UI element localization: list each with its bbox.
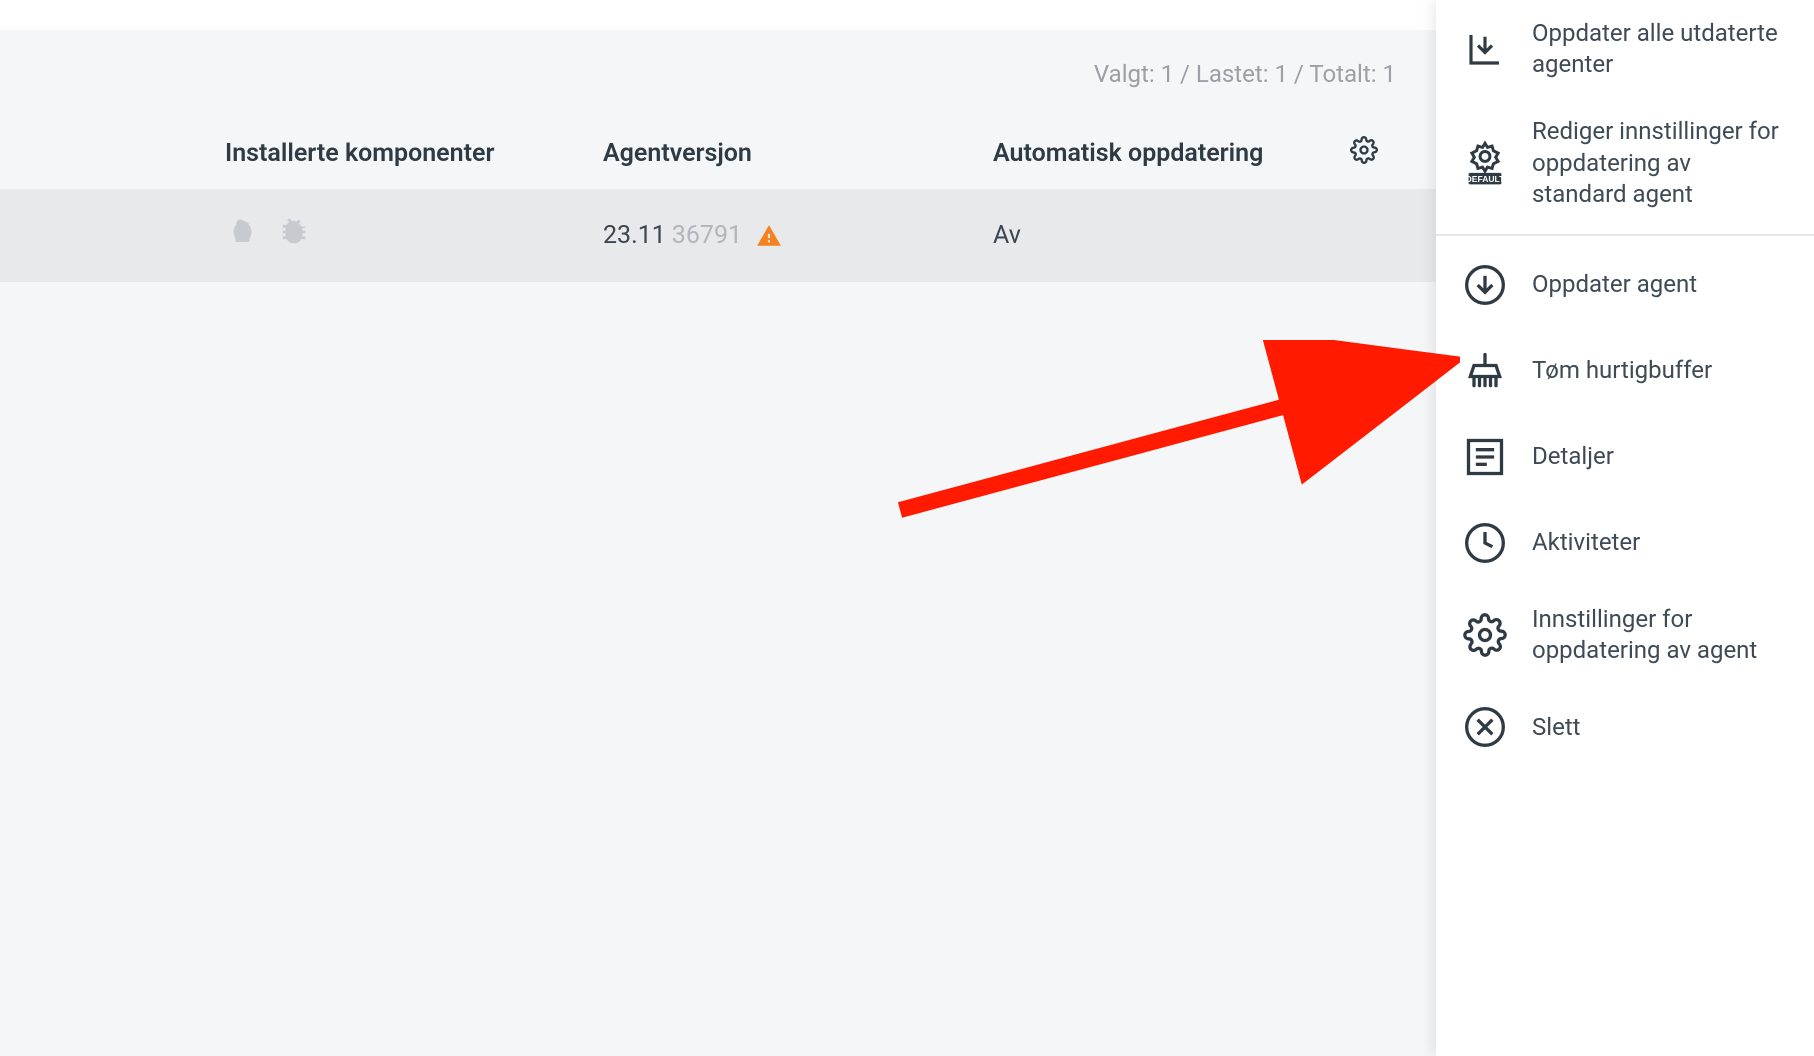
sidebar-item-label: Detaljer [1532, 441, 1614, 472]
sidebar-item-update-all[interactable]: Oppdater alle utdaterte agenter [1436, 0, 1814, 98]
gear-icon [1460, 610, 1510, 660]
table-row[interactable]: 23.11 36791 Av [0, 189, 1436, 282]
sidebar-item-edit-default[interactable]: DEFAULT Rediger innstillinger for oppdat… [1436, 98, 1814, 228]
sidebar-item-label: Innstillinger for oppdatering av agent [1532, 604, 1790, 666]
sidebar-item-update-agent[interactable]: Oppdater agent [1436, 242, 1814, 328]
delete-circle-icon [1460, 702, 1510, 752]
sidebar-item-agent-update-settings[interactable]: Innstillinger for oppdatering av agent [1436, 586, 1814, 684]
warning-icon [756, 223, 782, 249]
action-sidebar: Oppdater alle utdaterte agenter DEFAULT … [1436, 0, 1814, 1056]
gear-default-icon: DEFAULT [1460, 138, 1510, 188]
version-build: 36791 [672, 221, 742, 250]
sidebar-item-label: Rediger innstillinger for oppdatering av… [1532, 116, 1790, 210]
gear-icon[interactable] [1350, 136, 1378, 171]
column-header-autoupdate[interactable]: Automatisk oppdatering [993, 139, 1338, 168]
download-box-icon [1460, 24, 1510, 74]
clock-icon [1460, 518, 1510, 568]
download-circle-icon [1460, 260, 1510, 310]
sidebar-item-clear-cache[interactable]: Tøm hurtigbuffer [1436, 328, 1814, 414]
bug-icon [277, 215, 311, 256]
sidebar-item-label: Aktiviteter [1532, 527, 1640, 558]
version-number: 23.11 [603, 221, 666, 250]
linux-icon [225, 215, 255, 256]
column-header-components[interactable]: Installerte komponenter [225, 139, 603, 168]
sidebar-item-label: Oppdater alle utdaterte agenter [1532, 18, 1790, 80]
sidebar-item-details[interactable]: Detaljer [1436, 414, 1814, 500]
table-header: Installerte komponenter Agentversjon Aut… [0, 118, 1436, 189]
sidebar-item-delete[interactable]: Slett [1436, 684, 1814, 770]
sidebar-item-label: Tøm hurtigbuffer [1532, 355, 1712, 386]
sidebar-item-label: Oppdater agent [1532, 269, 1697, 300]
details-icon [1460, 432, 1510, 482]
sidebar-item-activities[interactable]: Aktiviteter [1436, 500, 1814, 586]
autoupdate-value: Av [993, 221, 1338, 250]
sidebar-item-label: Slett [1532, 712, 1581, 743]
main-panel: Valgt: 1 / Lastet: 1 / Totalt: 1 Install… [0, 0, 1436, 1056]
status-summary: Valgt: 1 / Lastet: 1 / Totalt: 1 [0, 30, 1436, 118]
svg-text:DEFAULT: DEFAULT [1466, 174, 1505, 184]
column-header-version[interactable]: Agentversjon [603, 139, 993, 168]
broom-icon [1460, 346, 1510, 396]
